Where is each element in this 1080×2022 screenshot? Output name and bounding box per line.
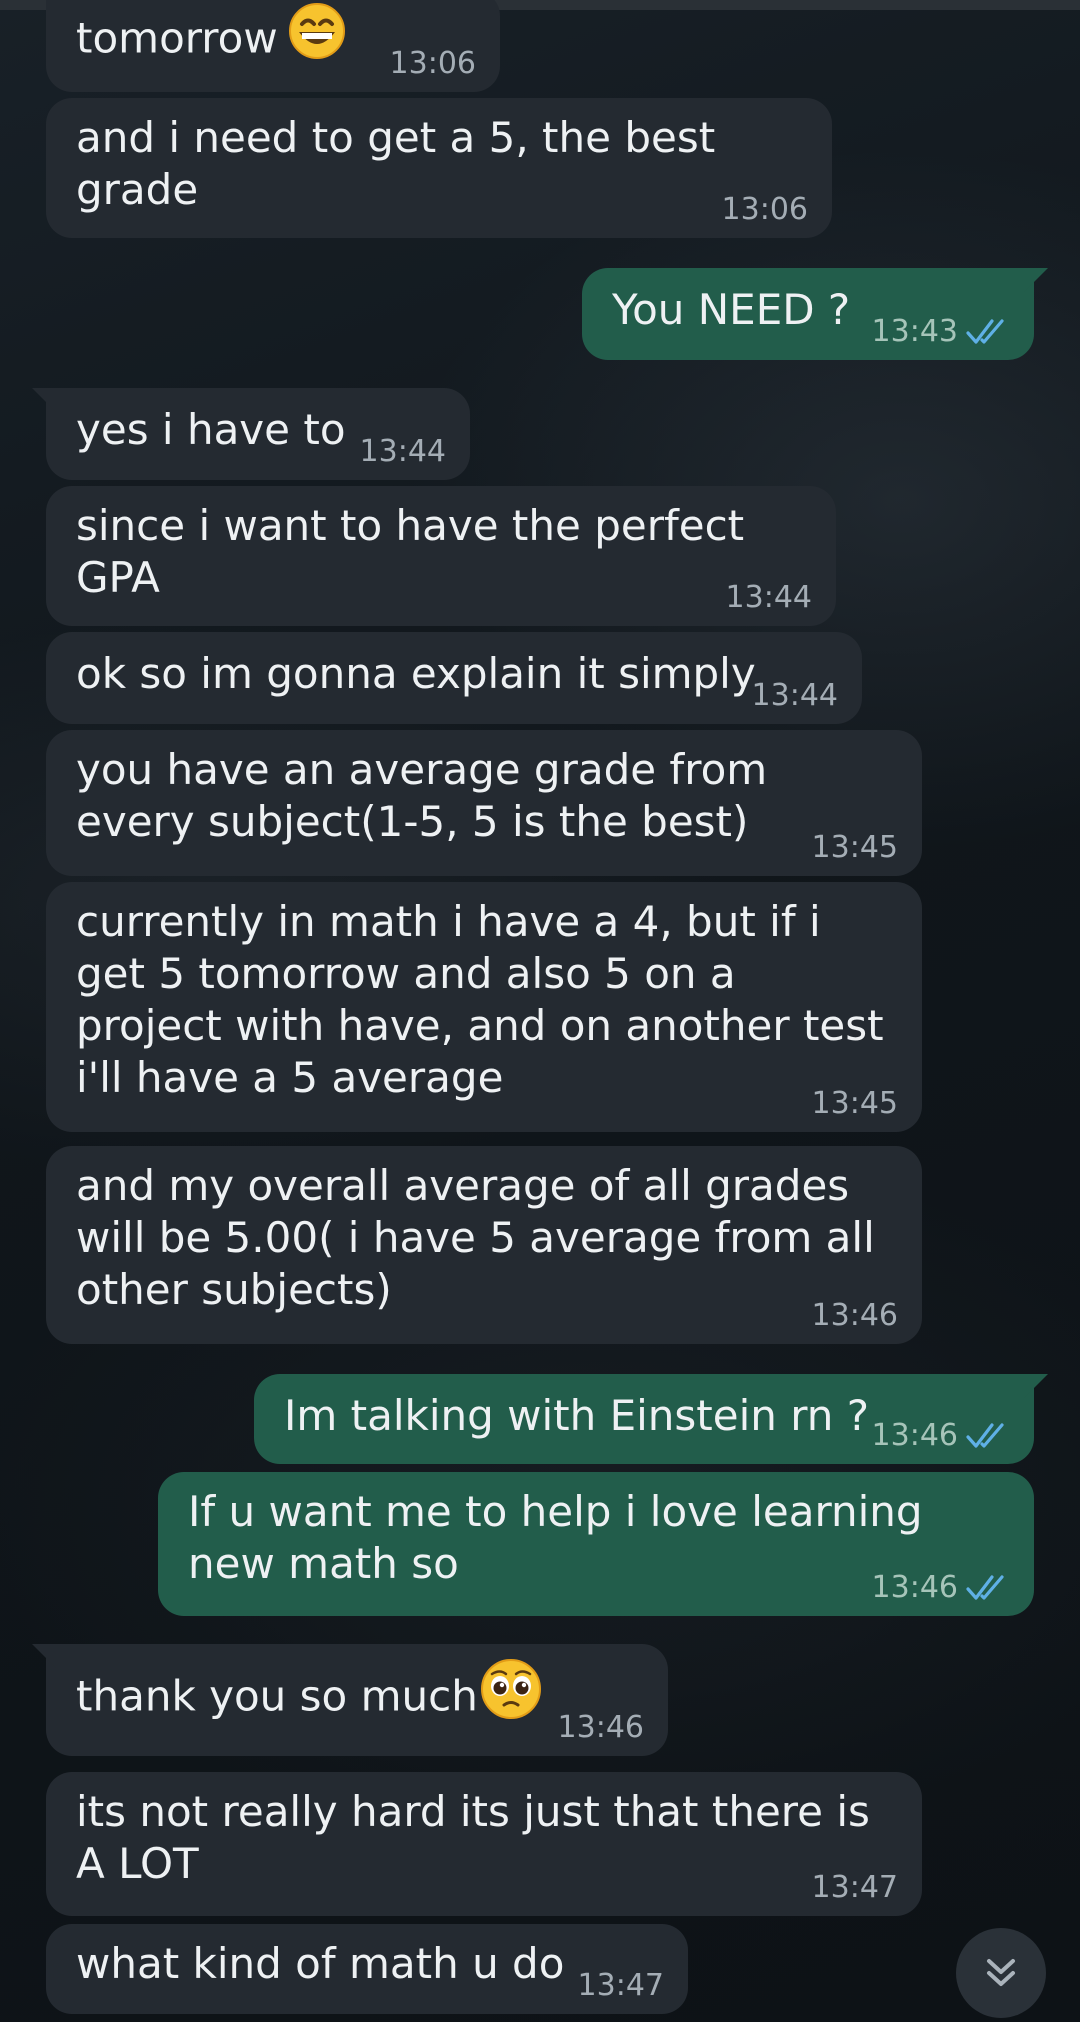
message-text: and my overall average of all grades wil…	[76, 1161, 875, 1314]
message-text: since i want to have the perfect GPA	[76, 501, 745, 602]
message-bubble-incoming[interactable]: its not really hard its just that there …	[46, 1772, 922, 1916]
double-check-icon	[966, 319, 1004, 344]
message-meta: 13:06	[390, 46, 476, 82]
message-bubble-incoming[interactable]: and i need to get a 5, the best grade 13…	[46, 98, 832, 238]
message-meta: 13:46	[872, 1418, 1010, 1454]
message-meta: 13:44	[726, 580, 812, 616]
message-meta: 13:46	[558, 1710, 644, 1746]
message-meta: 13:45	[812, 1086, 898, 1122]
double-chevron-down-icon	[987, 1959, 1015, 1986]
bubble-tail	[32, 1644, 56, 1668]
message-time: 13:43	[871, 314, 958, 349]
message-time: 13:44	[751, 678, 838, 713]
message-time: 13:46	[871, 1418, 958, 1453]
message-time: 13:47	[811, 1870, 898, 1905]
message-meta: 13:44	[752, 678, 838, 714]
message-time: 13:47	[577, 1968, 664, 2003]
message-meta: 13:45	[812, 830, 898, 866]
message-time: 13:46	[871, 1570, 958, 1605]
message-text: and i need to get a 5, the best grade	[76, 113, 716, 214]
message-time: 13:45	[811, 830, 898, 865]
message-meta: 13:47	[578, 1968, 664, 2004]
bubble-tail	[1024, 268, 1048, 292]
message-meta: 13:46	[812, 1298, 898, 1334]
message-bubble-outgoing[interactable]: If u want me to help i love learning new…	[158, 1472, 1034, 1616]
message-text: currently in math i have a 4, but if i g…	[76, 897, 884, 1102]
message-bubble-incoming[interactable]: ok so im gonna explain it simply 13:44	[46, 632, 862, 724]
message-meta: 13:44	[360, 434, 446, 470]
message-bubble-incoming[interactable]: you have an average grade from every sub…	[46, 730, 922, 876]
message-text: what kind of math u do	[76, 1939, 565, 1988]
message-text: thank you so much	[76, 1671, 478, 1721]
message-text: ok so im gonna explain it simply	[76, 649, 756, 698]
message-time: 13:44	[359, 434, 446, 469]
message-bubble-incoming[interactable]: tomorrow 13:06	[46, 0, 500, 92]
bubble-tail	[32, 388, 56, 412]
message-bubble-incoming[interactable]: and my overall average of all grades wil…	[46, 1146, 922, 1344]
message-bubble-incoming[interactable]: thank you so much 13:46	[32, 1644, 668, 1756]
message-bubble-incoming[interactable]: yes i have to 13:44	[32, 388, 470, 480]
message-text: tomorrow	[76, 13, 278, 63]
message-bubble-incoming[interactable]: currently in math i have a 4, but if i g…	[46, 882, 922, 1132]
message-text: its not really hard its just that there …	[76, 1787, 870, 1888]
message-time: 13:46	[557, 1710, 644, 1745]
double-check-icon	[966, 1423, 1004, 1448]
message-time: 13:06	[721, 192, 808, 227]
bubble-tail	[1024, 1374, 1048, 1398]
message-bubble-incoming[interactable]: since i want to have the perfect GPA 13:…	[46, 486, 836, 626]
message-meta: 13:06	[722, 192, 808, 228]
scroll-to-bottom-button[interactable]	[956, 1928, 1046, 2018]
message-bubble-outgoing[interactable]: Im talking with Einstein rn ? 13:46	[254, 1374, 1048, 1464]
pleading-face-emoji-icon	[480, 1658, 542, 1732]
message-time: 13:46	[811, 1298, 898, 1333]
double-check-icon	[966, 1575, 1004, 1600]
message-meta: 13:47	[812, 1870, 898, 1906]
message-meta: 13:43	[872, 314, 1010, 350]
message-time: 13:44	[725, 580, 812, 615]
grinning-face-emoji-icon	[288, 2, 346, 72]
message-meta: 13:46	[872, 1570, 1010, 1606]
message-bubble-incoming[interactable]: what kind of math u do 13:47	[46, 1924, 688, 2014]
message-time: 13:45	[811, 1086, 898, 1121]
message-bubble-outgoing[interactable]: You NEED ? 13:43	[582, 268, 1048, 360]
message-time: 13:06	[389, 46, 476, 81]
message-text: you have an average grade from every sub…	[76, 745, 768, 846]
